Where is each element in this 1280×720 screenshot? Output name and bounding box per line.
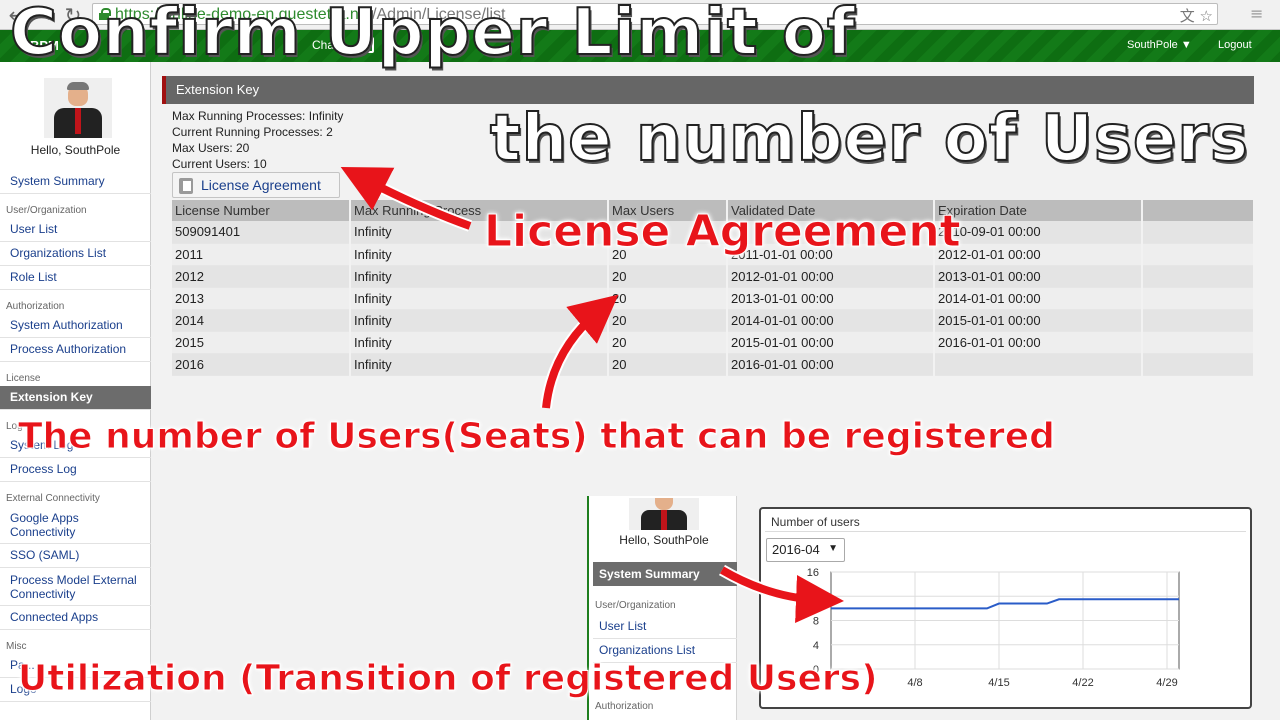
overlay-title-line-1: Confirm Upper Limit of [9, 0, 856, 71]
annotation-seats: The number of Users(Seats) that can be r… [18, 416, 1056, 458]
annotation-utilization: Utilization (Transition of registered Us… [18, 658, 879, 700]
overlay-title-line-2: the number of Users [489, 101, 1249, 177]
annotation-license: License Agreement [484, 206, 962, 258]
arrow-to-max-users [540, 305, 604, 409]
